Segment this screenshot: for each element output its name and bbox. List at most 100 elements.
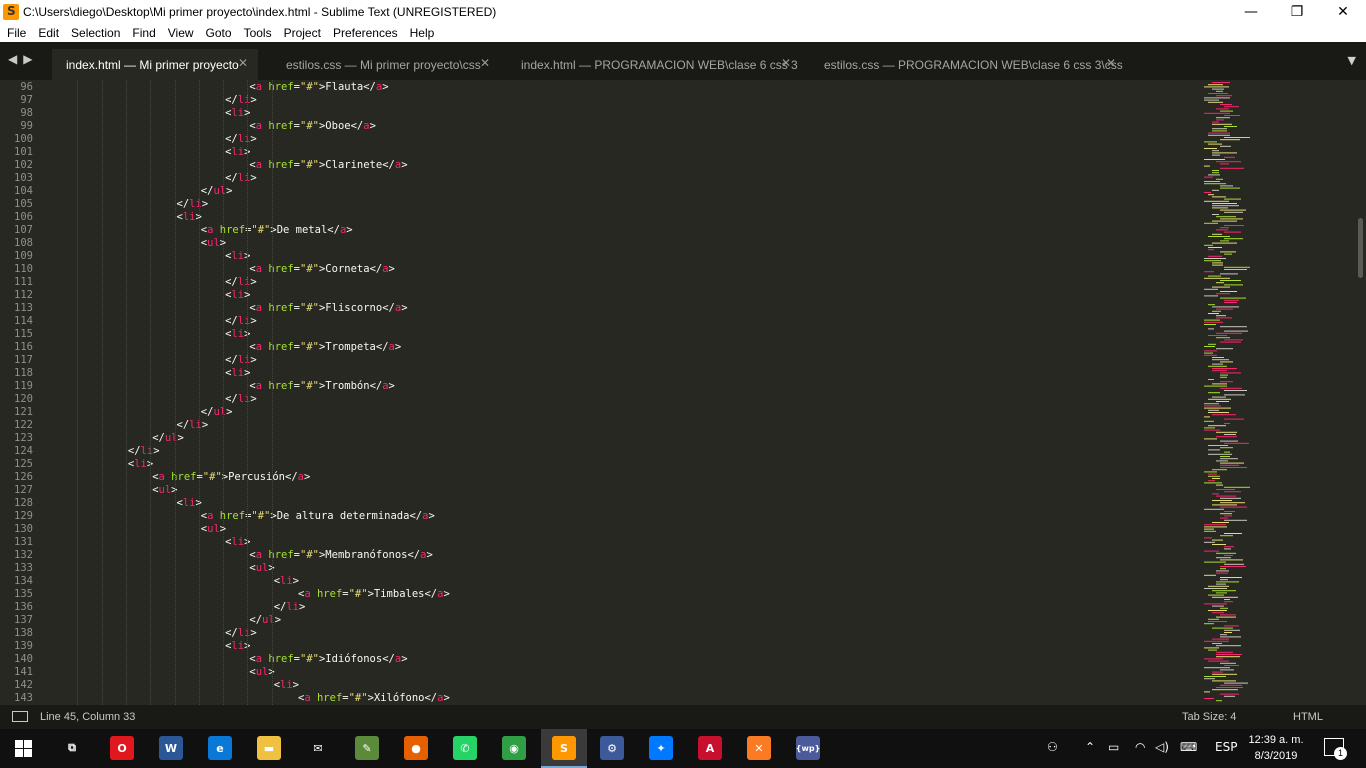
minimap-line [1204,324,1216,325]
minimap-line [1220,326,1247,328]
close-button[interactable]: ✕ [1320,0,1366,24]
minimap-line [1224,394,1245,396]
volume-icon[interactable]: ◁) [1155,740,1169,754]
menu-goto[interactable]: Goto [200,26,238,40]
tab-index-html-programacion-web[interactable]: index.html — PROGRAMACION WEB\clase 6 cs… [507,49,801,80]
minimap[interactable] [1198,80,1356,705]
minimap-line [1212,638,1229,640]
paint-icon[interactable]: ✎ [355,736,379,760]
start-button-icon[interactable] [15,740,32,757]
minimap-line [1204,471,1217,473]
minimap-line [1216,117,1230,119]
acrobat-icon[interactable]: A [698,736,722,760]
menu-view[interactable]: View [162,26,200,40]
code-token: > [177,432,184,444]
minimap-line [1208,335,1227,336]
panel-toggle-icon[interactable] [12,711,28,722]
minimap-line [1208,610,1227,611]
minimap-line [1212,189,1219,191]
code-token: > [443,588,450,600]
tab-estilos-css-mi-primer-proyecto[interactable]: estilos.css — Mi primer proyecto\css ✕ [272,49,500,80]
code-token: > [250,354,257,366]
code-line: </li> [274,601,306,614]
maximize-button[interactable]: ❐ [1274,0,1320,24]
code-text: Membranófonos [325,549,408,561]
file-explorer-icon[interactable]: ▬ [257,736,281,760]
xampp-icon[interactable]: ✕ [747,736,771,760]
chrome-icon[interactable]: ◉ [502,736,526,760]
menu-selection[interactable]: Selection [65,26,126,40]
task-view-icon[interactable]: ⧉ [60,736,84,760]
tab-close-icon[interactable]: ✕ [781,56,791,70]
minimap-line [1224,266,1250,268]
forward-arrow-icon[interactable]: ▶ [23,52,32,66]
people-icon[interactable]: ⚇ [1047,740,1058,754]
minimap-line [1212,368,1237,369]
minimap-line [1204,244,1213,246]
minimap-line [1216,308,1233,310]
minimize-button[interactable]: — [1228,0,1274,24]
code-editor[interactable]: 96 97 98 99 100 101 102 103 104 105 106 107 108 109 11… [0,80,1366,705]
keyboard-icon[interactable]: ⌨ [1180,740,1197,754]
minimap-line [1204,141,1217,143]
firefox-icon[interactable]: ● [404,736,428,760]
mail-icon[interactable]: ✉ [306,736,330,760]
tab-close-icon[interactable]: ✕ [1106,56,1116,70]
show-hidden-icons-chevron-icon[interactable]: ⌃ [1085,740,1095,754]
network-icon[interactable]: ◠ [1135,740,1145,754]
code-area[interactable]: <a href="#">Flauta</a> </li> <li> <a href="… [55,80,1195,705]
menu-help[interactable]: Help [404,26,441,40]
edge-icon[interactable]: e [208,736,232,760]
sublime-text-icon[interactable]: S [552,736,576,760]
indent-guide [77,80,79,705]
tab-estilos-css-programacion-web[interactable]: estilos.css — PROGRAMACION WEB\clase 6 c… [810,49,1126,80]
menu-tools[interactable]: Tools [238,26,278,40]
code-token: > [250,133,257,145]
code-token: > [250,315,257,327]
code-token: > [394,341,402,353]
menu-file[interactable]: File [1,26,32,40]
code-token: "#" [300,341,319,353]
battery-icon[interactable]: ▭ [1108,740,1119,754]
minimap-line [1204,86,1229,88]
tab-size[interactable]: Tab Size: 4 [1182,711,1236,723]
code-token: </ [225,172,238,184]
system-clock[interactable]: 12:39 a. m. 8/3/2019 [1244,732,1308,764]
opera-icon[interactable]: O [110,736,134,760]
tab-index-html-mi-primer-proyecto[interactable]: index.html — Mi primer proyecto ✕ [52,49,258,80]
minimap-line [1204,530,1216,532]
cursor-position[interactable]: Line 45, Column 33 [40,711,135,723]
minimap-line [1216,654,1242,655]
minimap-line [1220,381,1233,383]
messenger-icon[interactable]: ✦ [649,736,673,760]
minimap-line [1204,623,1214,625]
tab-close-icon[interactable]: ✕ [238,56,248,70]
back-arrow-icon[interactable]: ◀ [8,52,17,66]
menu-find[interactable]: Find [126,26,161,40]
word-icon[interactable]: W [159,736,183,760]
menu-project[interactable]: Project [278,26,327,40]
line-number: 139 [14,640,33,652]
minimap-line [1204,258,1226,259]
menu-preferences[interactable]: Preferences [327,26,404,40]
minimap-line [1204,588,1227,589]
whatsapp-icon[interactable]: ✆ [453,736,477,760]
code-token: </ [176,419,190,431]
minimap-line [1220,568,1226,570]
menu-edit[interactable]: Edit [32,26,65,40]
minimap-line [1220,502,1245,504]
minimap-line [1208,621,1227,622]
tab-close-icon[interactable]: ✕ [480,56,490,70]
syntax-mode[interactable]: HTML [1293,711,1323,723]
bwp-icon[interactable]: {wp} [796,736,820,760]
tab-menu-icon[interactable]: ▼ [1348,54,1356,67]
scrollbar-thumb[interactable] [1358,218,1363,278]
code-line: <a href="#">Membranófonos</a> [249,549,432,562]
minimap-line [1204,508,1224,510]
minimap-line [1212,242,1237,244]
vertical-scrollbar[interactable] [1356,80,1366,705]
language-indicator[interactable]: ESP [1215,740,1237,754]
minimap-line [1208,618,1219,620]
minimap-line [1204,537,1212,539]
settings-app-icon[interactable]: ⚙ [600,736,624,760]
